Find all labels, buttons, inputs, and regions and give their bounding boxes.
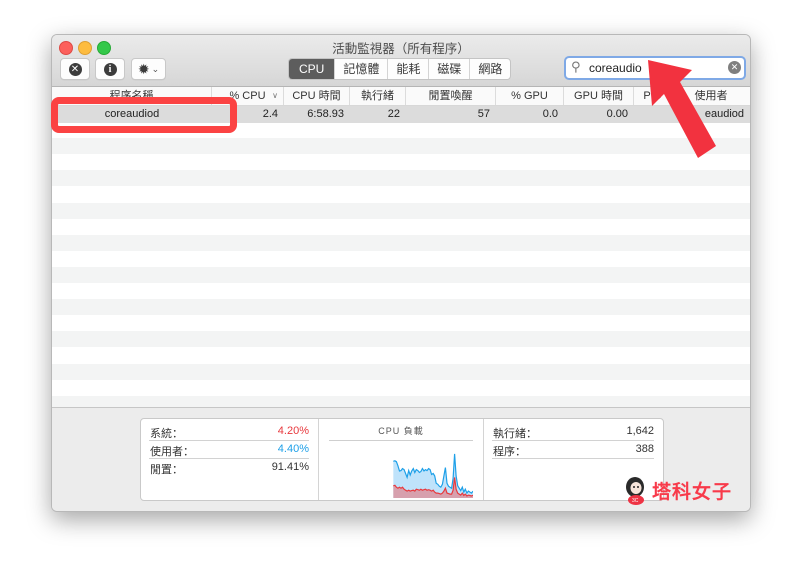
stat-user-label: 使用者： — [150, 446, 194, 458]
tab-cpu[interactable]: CPU — [289, 59, 335, 79]
stat-processes-value: 388 — [635, 443, 654, 455]
chevron-down-icon: ⌄ — [151, 63, 160, 74]
stat-idle: 閒置： 91.41% — [149, 459, 309, 476]
stop-process-button[interactable]: ✕ — [60, 58, 90, 80]
column-idle-wakeups[interactable]: 閒置喚醒 — [406, 87, 496, 105]
column-cpu-time[interactable]: CPU 時間 — [284, 87, 350, 105]
tab-energy[interactable]: 能耗 — [387, 59, 428, 79]
search-icon: ⚲ — [571, 59, 581, 74]
girl-mascot-icon: 3C — [626, 477, 644, 505]
stat-processes: 程序： 388 — [492, 441, 654, 459]
cpu-load-graph — [393, 453, 473, 498]
window-title: 活動監視器（所有程序） — [332, 42, 470, 56]
svg-text:3C: 3C — [632, 498, 639, 504]
gear-icon: ✹ — [137, 61, 150, 77]
stat-system-label: 系統： — [150, 428, 183, 440]
column-gpu-time[interactable]: GPU 時間 — [564, 87, 634, 105]
sort-descending-icon: ∨ — [272, 91, 278, 100]
column-threads[interactable]: 執行緒 — [350, 87, 406, 105]
stat-threads-value: 1,642 — [626, 425, 654, 437]
stat-threads: 執行緒： 1,642 — [492, 423, 654, 441]
cpu-load-panel: CPU 負載 — [319, 419, 484, 500]
stat-idle-label: 閒置： — [150, 464, 183, 476]
tab-memory[interactable]: 記憶體 — [334, 59, 387, 79]
cpu-summary-panel: 系統： 4.20% 使用者： 4.40% 閒置： 91.41% CPU 負載 執… — [140, 418, 664, 501]
inspect-process-button[interactable]: i — [95, 58, 125, 80]
stat-user-value: 4.40% — [277, 443, 309, 455]
tab-disk[interactable]: 磁碟 — [428, 59, 469, 79]
view-tabs: CPU 記憶體 能耗 磁碟 網路 — [288, 58, 512, 80]
actions-menu-button[interactable]: ✹ ⌄ — [131, 58, 166, 80]
cell-gpu-percent: 0.0 — [542, 108, 558, 120]
stat-user: 使用者： 4.40% — [149, 441, 309, 459]
cell-idle-wakeups: 57 — [477, 108, 490, 120]
stat-system-value: 4.20% — [277, 425, 309, 437]
clear-search-icon[interactable]: ✕ — [728, 61, 741, 74]
info-icon: i — [103, 62, 117, 76]
cell-gpu-time: 0.00 — [606, 108, 628, 120]
highlight-box-process — [51, 97, 237, 133]
watermark-logo: 3C 塔科女子 — [624, 475, 732, 505]
red-arrow-annotation-icon — [648, 60, 716, 158]
cpu-load-title: CPU 負載 — [329, 424, 473, 441]
tab-network[interactable]: 網路 — [469, 59, 510, 79]
stat-idle-value: 91.41% — [271, 461, 309, 473]
stat-processes-label: 程序： — [493, 446, 526, 458]
search-input[interactable]: coreaudio — [589, 61, 642, 75]
cpu-usage-stats: 系統： 4.20% 使用者： 4.40% 閒置： 91.41% — [141, 419, 319, 500]
stop-x-icon: ✕ — [68, 62, 82, 76]
stat-system: 系統： 4.20% — [149, 423, 309, 441]
column-gpu-percent[interactable]: % GPU — [496, 87, 564, 105]
stat-threads-label: 執行緒： — [493, 428, 537, 440]
cell-threads: 22 — [387, 108, 400, 120]
cell-cpu-time: 6:58.93 — [307, 108, 344, 120]
watermark-text: 塔科女子 — [652, 481, 733, 503]
